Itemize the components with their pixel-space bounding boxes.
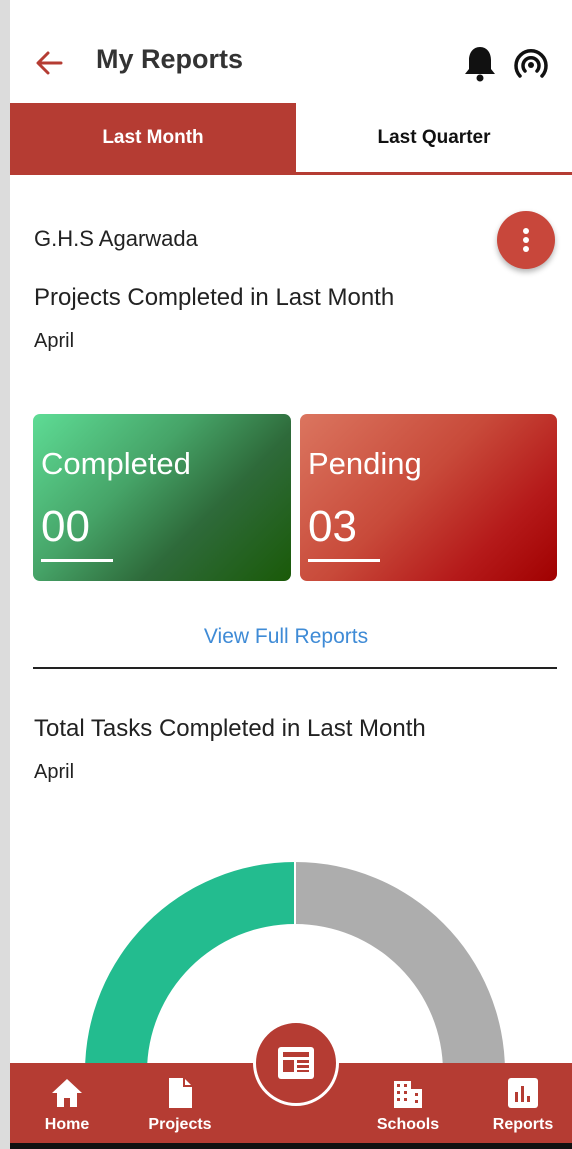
tab-indicator	[10, 172, 572, 175]
bell-icon[interactable]	[462, 44, 498, 82]
school-name: G.H.S Agarwada	[34, 226, 198, 251]
view-full-reports-link[interactable]: View Full Reports	[10, 625, 572, 649]
pending-card[interactable]: Pending 03	[300, 414, 557, 581]
tab-last-quarter[interactable]: Last Quarter	[296, 103, 572, 172]
center-news-button[interactable]	[253, 1020, 339, 1106]
more-vert-icon-dot	[523, 246, 529, 252]
tasks-month: April	[34, 761, 75, 783]
more-vert-icon	[523, 228, 529, 234]
radar-icon[interactable]	[513, 47, 549, 83]
app-screen: My Reports Last Month Last Quarter G.H.S…	[10, 0, 572, 1149]
home-icon	[52, 1079, 82, 1107]
section-divider	[33, 667, 557, 669]
nav-home[interactable]: Home	[38, 1063, 96, 1149]
bar-chart-icon	[508, 1078, 538, 1108]
tasks-section-title: Total Tasks Completed in Last Month	[34, 715, 426, 742]
back-arrow-icon[interactable]	[34, 48, 64, 78]
completed-label: Completed	[41, 446, 191, 481]
completed-value: 00	[41, 502, 90, 551]
nav-reports-label: Reports	[492, 1116, 554, 1133]
completed-underline	[41, 559, 113, 562]
newspaper-icon	[278, 1047, 314, 1079]
pending-underline	[308, 559, 380, 562]
nav-reports[interactable]: Reports	[486, 1063, 560, 1149]
page-title: My Reports	[96, 44, 244, 74]
nav-home-label: Home	[44, 1116, 90, 1133]
projects-month: April	[34, 330, 75, 352]
completed-card[interactable]: Completed 00	[33, 414, 291, 581]
more-options-button[interactable]	[497, 211, 555, 269]
more-vert-icon-dot	[523, 237, 529, 243]
tab-bar: Last Month Last Quarter	[10, 103, 572, 175]
nav-schools-label: Schools	[376, 1116, 440, 1133]
pending-value: 03	[308, 502, 357, 551]
system-nav-bar	[10, 1143, 572, 1149]
building-icon	[394, 1081, 422, 1108]
nav-projects[interactable]: Projects	[140, 1063, 220, 1149]
top-app-bar: My Reports	[10, 0, 572, 103]
tab-last-month[interactable]: Last Month	[10, 103, 296, 172]
nav-schools[interactable]: Schools	[372, 1063, 444, 1149]
nav-projects-label: Projects	[148, 1116, 212, 1133]
document-icon	[169, 1078, 192, 1108]
projects-section-title: Projects Completed in Last Month	[34, 284, 395, 311]
pending-label: Pending	[308, 446, 422, 481]
